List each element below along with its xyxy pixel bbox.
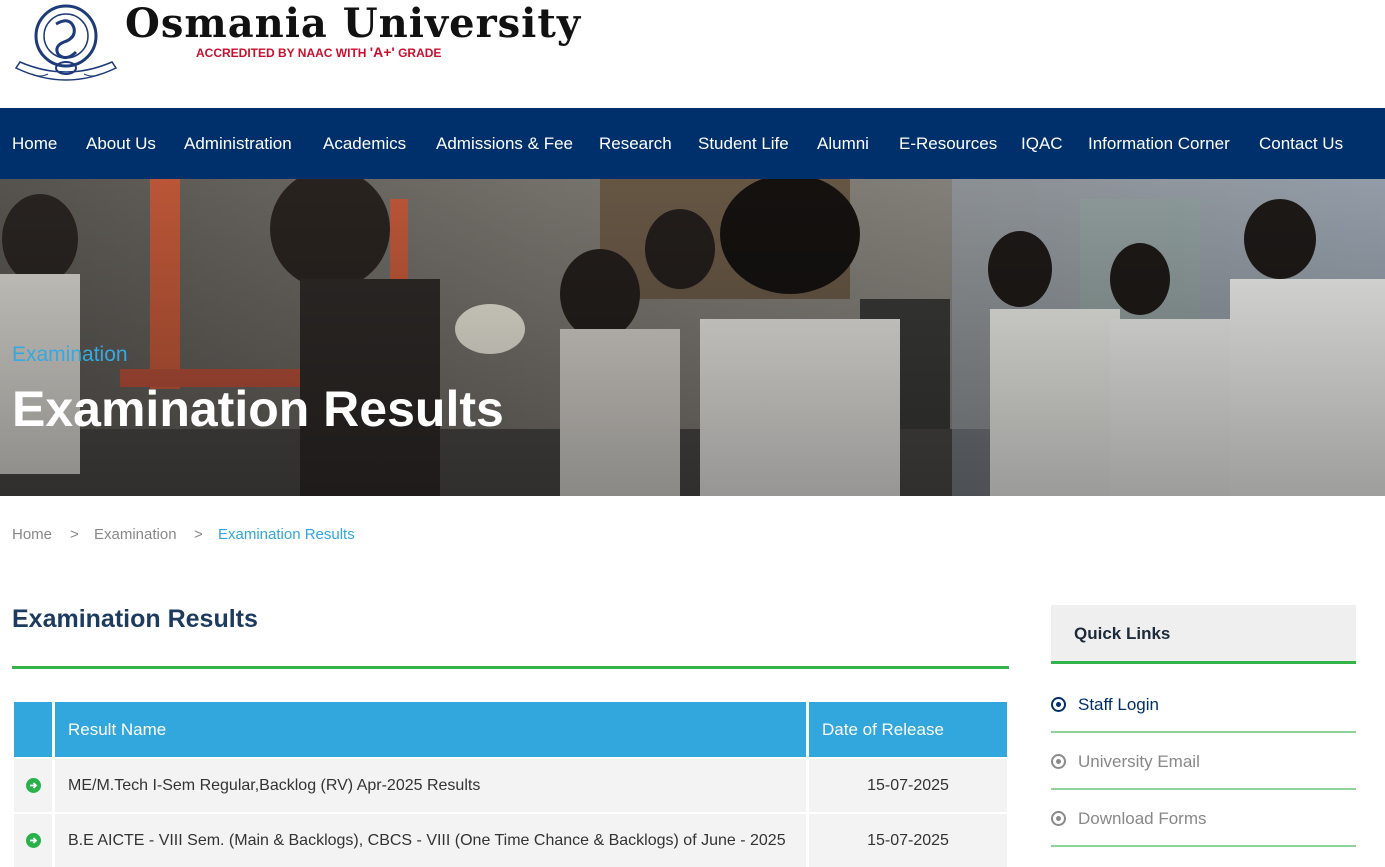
main-navigation: Home About Us Administration Academics A… — [0, 108, 1385, 179]
quick-link-label: Staff Login — [1078, 695, 1159, 714]
nav-about-us[interactable]: About Us — [86, 108, 156, 179]
row-icon-cell — [14, 759, 52, 812]
radio-dot-icon — [1051, 697, 1066, 712]
nav-academics[interactable]: Academics — [323, 108, 406, 179]
hero-title: Examination Results — [12, 381, 504, 437]
nav-administration[interactable]: Administration — [184, 108, 292, 179]
table-header-date: Date of Release — [809, 702, 1007, 757]
nav-home[interactable]: Home — [12, 108, 57, 179]
nav-alumni[interactable]: Alumni — [817, 108, 869, 179]
table-row[interactable]: ME/M.Tech I-Sem Regular,Backlog (RV) Apr… — [12, 759, 1009, 812]
grade-label: 'A+' — [369, 44, 395, 60]
nav-research[interactable]: Research — [599, 108, 672, 179]
quick-link-label: University Email — [1078, 752, 1200, 771]
hero-section-label: Examination — [12, 343, 128, 366]
table-header-icon-col — [14, 702, 52, 757]
result-name-link[interactable]: B.E AICTE - VIII Sem. (Main & Backlogs),… — [55, 814, 806, 867]
radio-dot-icon — [1051, 811, 1066, 826]
arrow-right-circle-icon — [26, 833, 41, 848]
quick-link-staff-login[interactable]: Staff Login — [1051, 677, 1356, 733]
breadcrumb-separator: > — [70, 526, 79, 543]
result-name-link[interactable]: ME/M.Tech I-Sem Regular,Backlog (RV) Apr… — [55, 759, 806, 812]
release-date: 15-07-2025 — [809, 814, 1007, 867]
nav-information-corner[interactable]: Information Corner — [1088, 108, 1230, 179]
site-header: Osmania University ACCREDITED BY NAAC WI… — [0, 0, 1385, 108]
release-date: 15-07-2025 — [809, 759, 1007, 812]
table-header-result-name: Result Name — [55, 702, 806, 757]
quick-link-label: Download Forms — [1078, 809, 1207, 828]
quick-links-divider — [1051, 661, 1356, 664]
university-name: Osmania University — [125, 0, 582, 47]
breadcrumb-current: Examination Results — [218, 526, 355, 543]
arrow-right-circle-icon — [26, 778, 41, 793]
accreditation-tagline: ACCREDITED BY NAAC WITH 'A+' GRADE — [196, 44, 442, 60]
page-title: Examination Results — [12, 605, 258, 633]
quick-link-download-forms[interactable]: Download Forms — [1051, 791, 1356, 847]
nav-iqac[interactable]: IQAC — [1021, 108, 1063, 179]
hero-lab-photo — [0, 179, 1385, 496]
nav-e-resources[interactable]: E-Resources — [899, 108, 997, 179]
quick-links-title: Quick Links — [1051, 605, 1356, 663]
nav-contact-us[interactable]: Contact Us — [1259, 108, 1343, 179]
quick-link-university-email[interactable]: University Email — [1051, 734, 1356, 790]
table-row[interactable]: B.E AICTE - VIII Sem. (Main & Backlogs),… — [12, 814, 1009, 867]
row-icon-cell — [14, 814, 52, 867]
breadcrumb-separator: > — [194, 526, 203, 543]
university-seal-logo[interactable] — [12, 2, 120, 84]
hero-banner — [0, 179, 1385, 496]
heading-divider — [12, 666, 1009, 669]
breadcrumb-home[interactable]: Home — [12, 526, 52, 543]
table-header-row: Result Name Date of Release — [12, 702, 1009, 757]
nav-student-life[interactable]: Student Life — [698, 108, 789, 179]
breadcrumb-examination[interactable]: Examination — [94, 526, 177, 543]
radio-dot-icon — [1051, 754, 1066, 769]
nav-admissions-fee[interactable]: Admissions & Fee — [436, 108, 573, 179]
